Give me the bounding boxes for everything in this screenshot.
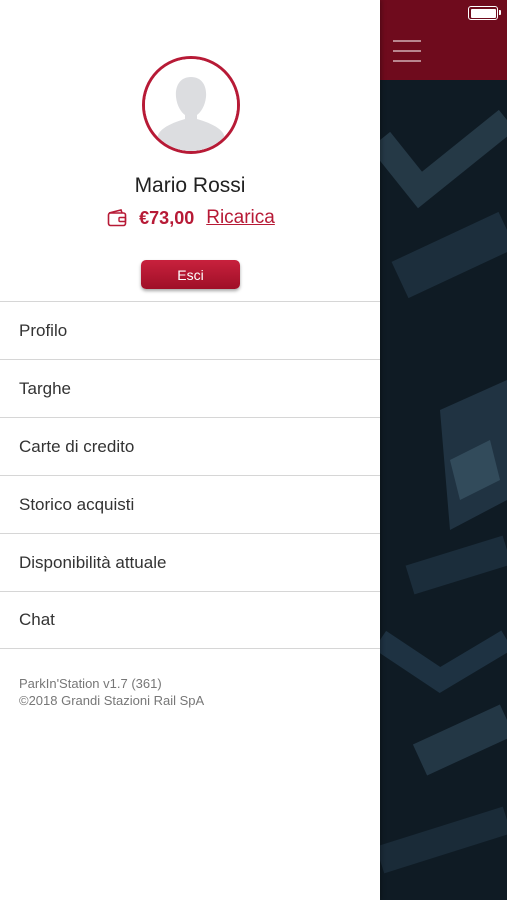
recharge-link[interactable]: Ricarica [206, 207, 275, 229]
battery-icon [468, 6, 501, 20]
wallet-row: €73,00 Ricarica [0, 206, 380, 230]
wallet-icon [107, 209, 127, 227]
menu-item-profile[interactable]: Profilo [0, 301, 380, 359]
menu-item-plates[interactable]: Targhe [0, 359, 380, 417]
app-footer: ParkIn'Station v1.7 (361) ©2018 Grandi S… [19, 675, 204, 709]
drawer-menu: Profilo Targhe Carte di credito Storico … [0, 301, 380, 649]
user-name: Mario Rossi [134, 174, 246, 197]
background-app-panel[interactable] [380, 0, 507, 900]
menu-item-purchase-history[interactable]: Storico acquisti [0, 475, 380, 533]
menu-item-credit-cards[interactable]: Carte di credito [0, 417, 380, 475]
menu-item-chat[interactable]: Chat [0, 591, 380, 649]
app-version: ParkIn'Station v1.7 (361) [19, 676, 162, 691]
menu-item-availability[interactable]: Disponibilità attuale [0, 533, 380, 591]
wallet-balance: €73,00 [139, 207, 195, 228]
avatar[interactable] [142, 56, 240, 154]
background-image [380, 80, 507, 900]
user-silhouette-icon [145, 59, 237, 151]
app-header [380, 0, 507, 80]
copyright: ©2018 Grandi Stazioni Rail SpA [19, 693, 205, 708]
logout-button[interactable]: Esci [141, 260, 240, 289]
side-drawer: Mario Rossi €73,00 Ricarica Esci Profilo… [0, 0, 380, 900]
hamburger-menu-icon[interactable] [393, 38, 421, 64]
